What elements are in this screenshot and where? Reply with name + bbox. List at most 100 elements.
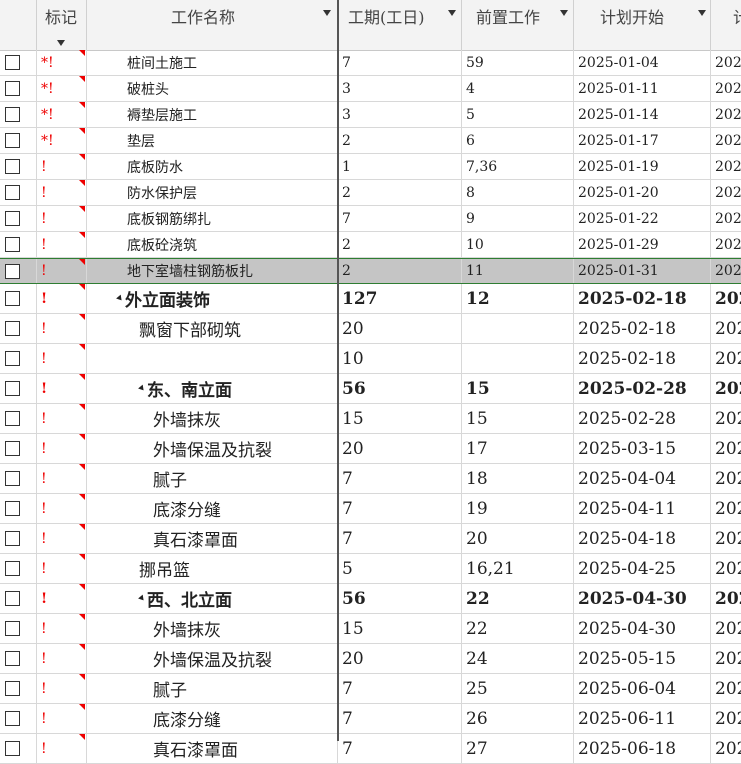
row-checkbox[interactable] <box>5 107 20 122</box>
header-name-col[interactable]: 工作名称 <box>87 0 338 50</box>
row-checkbox-cell[interactable] <box>0 554 37 583</box>
task-name-cell[interactable]: 外墙抹灰 <box>87 404 338 433</box>
task-name-cell[interactable]: 防水保护层 <box>87 180 338 205</box>
start-date-cell[interactable]: 2025-02-18 <box>574 344 711 373</box>
next-col-cell[interactable]: 202 <box>711 524 741 553</box>
table-row[interactable]: ! 真石漆罩面 7 20 2025-04-18 202 <box>0 524 741 554</box>
duration-cell[interactable]: 5 <box>338 554 462 583</box>
duration-cell[interactable]: 3 <box>338 102 462 127</box>
predecessor-cell[interactable]: 7,36 <box>462 154 574 179</box>
chevron-down-icon[interactable] <box>698 10 706 16</box>
duration-cell[interactable]: 127 <box>338 284 462 313</box>
next-col-cell[interactable]: 202 <box>711 554 741 583</box>
next-col-cell[interactable]: 202 <box>711 76 741 101</box>
task-name-cell[interactable]: 底板砼浇筑 <box>87 232 338 257</box>
table-row[interactable]: ! 外墙保温及抗裂 20 17 2025-03-15 202 <box>0 434 741 464</box>
row-checkbox[interactable] <box>5 591 20 606</box>
predecessor-cell[interactable]: 4 <box>462 76 574 101</box>
table-row[interactable]: ! 腻子 7 25 2025-06-04 202 <box>0 674 741 704</box>
predecessor-cell[interactable]: 17 <box>462 434 574 463</box>
task-name-cell[interactable]: 真石漆罩面 <box>87 524 338 553</box>
table-row[interactable]: ! 外墙抹灰 15 15 2025-02-28 202 <box>0 404 741 434</box>
row-checkbox[interactable] <box>5 351 20 366</box>
next-col-cell[interactable]: 202 <box>711 674 741 703</box>
next-col-cell[interactable]: 202 <box>711 206 741 231</box>
start-date-cell[interactable]: 2025-01-22 <box>574 206 711 231</box>
duration-cell[interactable]: 15 <box>338 404 462 433</box>
duration-cell[interactable]: 1 <box>338 154 462 179</box>
row-checkbox-cell[interactable] <box>0 206 37 231</box>
table-row[interactable]: *! 褥垫层施工 3 5 2025-01-14 202 <box>0 102 741 128</box>
task-name-cell[interactable]: 底漆分缝 <box>87 704 338 733</box>
row-checkbox-cell[interactable] <box>0 232 37 257</box>
task-name-cell[interactable]: 外墙抹灰 <box>87 614 338 643</box>
row-checkbox-cell[interactable] <box>0 128 37 153</box>
duration-cell[interactable]: 56 <box>338 584 462 613</box>
row-checkbox-cell[interactable] <box>0 734 37 763</box>
duration-cell[interactable]: 7 <box>338 704 462 733</box>
table-row[interactable]: ! 东、南立面 56 15 2025-02-28 202 <box>0 374 741 404</box>
predecessor-cell[interactable]: 6 <box>462 128 574 153</box>
duration-cell[interactable]: 20 <box>338 314 462 343</box>
next-col-cell[interactable]: 202 <box>711 102 741 127</box>
next-col-cell[interactable]: 202 <box>711 464 741 493</box>
next-col-cell[interactable]: 202 <box>711 614 741 643</box>
table-row[interactable]: ! 地下室墙柱钢筋板扎 2 11 2025-01-31 202 <box>0 258 741 284</box>
next-col-cell[interactable]: 202 <box>711 259 741 283</box>
next-col-cell[interactable]: 202 <box>711 734 741 763</box>
row-checkbox[interactable] <box>5 441 20 456</box>
task-name-cell[interactable]: 腻子 <box>87 674 338 703</box>
task-name-cell[interactable]: 破桩头 <box>87 76 338 101</box>
predecessor-cell[interactable]: 12 <box>462 284 574 313</box>
table-row[interactable]: ! 外立面装饰 127 12 2025-02-18 202 <box>0 284 741 314</box>
table-row[interactable]: ! 真石漆罩面 7 27 2025-06-18 202 <box>0 734 741 764</box>
start-date-cell[interactable]: 2025-02-18 <box>574 284 711 313</box>
row-checkbox[interactable] <box>5 185 20 200</box>
table-row[interactable]: *! 垫层 2 6 2025-01-17 202 <box>0 128 741 154</box>
next-col-cell[interactable]: 202 <box>711 232 741 257</box>
duration-cell[interactable]: 7 <box>338 734 462 763</box>
row-checkbox[interactable] <box>5 741 20 756</box>
row-checkbox-cell[interactable] <box>0 76 37 101</box>
header-next-col[interactable]: 计 <box>711 0 741 50</box>
start-date-cell[interactable]: 2025-01-11 <box>574 76 711 101</box>
row-checkbox-cell[interactable] <box>0 50 37 75</box>
duration-cell[interactable]: 2 <box>338 232 462 257</box>
duration-cell[interactable]: 7 <box>338 524 462 553</box>
next-col-cell[interactable]: 202 <box>711 644 741 673</box>
chevron-down-icon[interactable] <box>560 10 568 16</box>
task-name-cell[interactable]: 腻子 <box>87 464 338 493</box>
task-name-cell[interactable]: 外墙保温及抗裂 <box>87 434 338 463</box>
start-date-cell[interactable]: 2025-05-15 <box>574 644 711 673</box>
start-date-cell[interactable]: 2025-04-30 <box>574 584 711 613</box>
collapse-arrow-icon[interactable] <box>138 384 146 393</box>
row-checkbox[interactable] <box>5 321 20 336</box>
start-date-cell[interactable]: 2025-01-04 <box>574 50 711 75</box>
task-name-cell[interactable] <box>87 344 338 373</box>
predecessor-cell[interactable] <box>462 344 574 373</box>
start-date-cell[interactable]: 2025-04-11 <box>574 494 711 523</box>
row-checkbox-cell[interactable] <box>0 314 37 343</box>
table-row[interactable]: ! 底板防水 1 7,36 2025-01-19 202 <box>0 154 741 180</box>
task-name-cell[interactable]: 真石漆罩面 <box>87 734 338 763</box>
duration-cell[interactable]: 2 <box>338 180 462 205</box>
task-name-cell[interactable]: 地下室墙柱钢筋板扎 <box>87 259 338 283</box>
row-checkbox-cell[interactable] <box>0 614 37 643</box>
start-date-cell[interactable]: 2025-01-29 <box>574 232 711 257</box>
start-date-cell[interactable]: 2025-06-11 <box>574 704 711 733</box>
start-date-cell[interactable]: 2025-03-15 <box>574 434 711 463</box>
predecessor-cell[interactable]: 15 <box>462 374 574 403</box>
row-checkbox[interactable] <box>5 471 20 486</box>
start-date-cell[interactable]: 2025-06-04 <box>574 674 711 703</box>
next-col-cell[interactable]: 202 <box>711 434 741 463</box>
row-checkbox-cell[interactable] <box>0 464 37 493</box>
row-checkbox[interactable] <box>5 263 20 279</box>
row-checkbox-cell[interactable] <box>0 344 37 373</box>
predecessor-cell[interactable]: 24 <box>462 644 574 673</box>
duration-cell[interactable]: 56 <box>338 374 462 403</box>
header-pred-col[interactable]: 前置工作 <box>462 0 574 50</box>
row-checkbox-cell[interactable] <box>0 404 37 433</box>
task-name-cell[interactable]: 东、南立面 <box>87 374 338 403</box>
next-col-cell[interactable]: 202 <box>711 180 741 205</box>
table-row[interactable]: ! 飘窗下部砌筑 20 2025-02-18 202 <box>0 314 741 344</box>
